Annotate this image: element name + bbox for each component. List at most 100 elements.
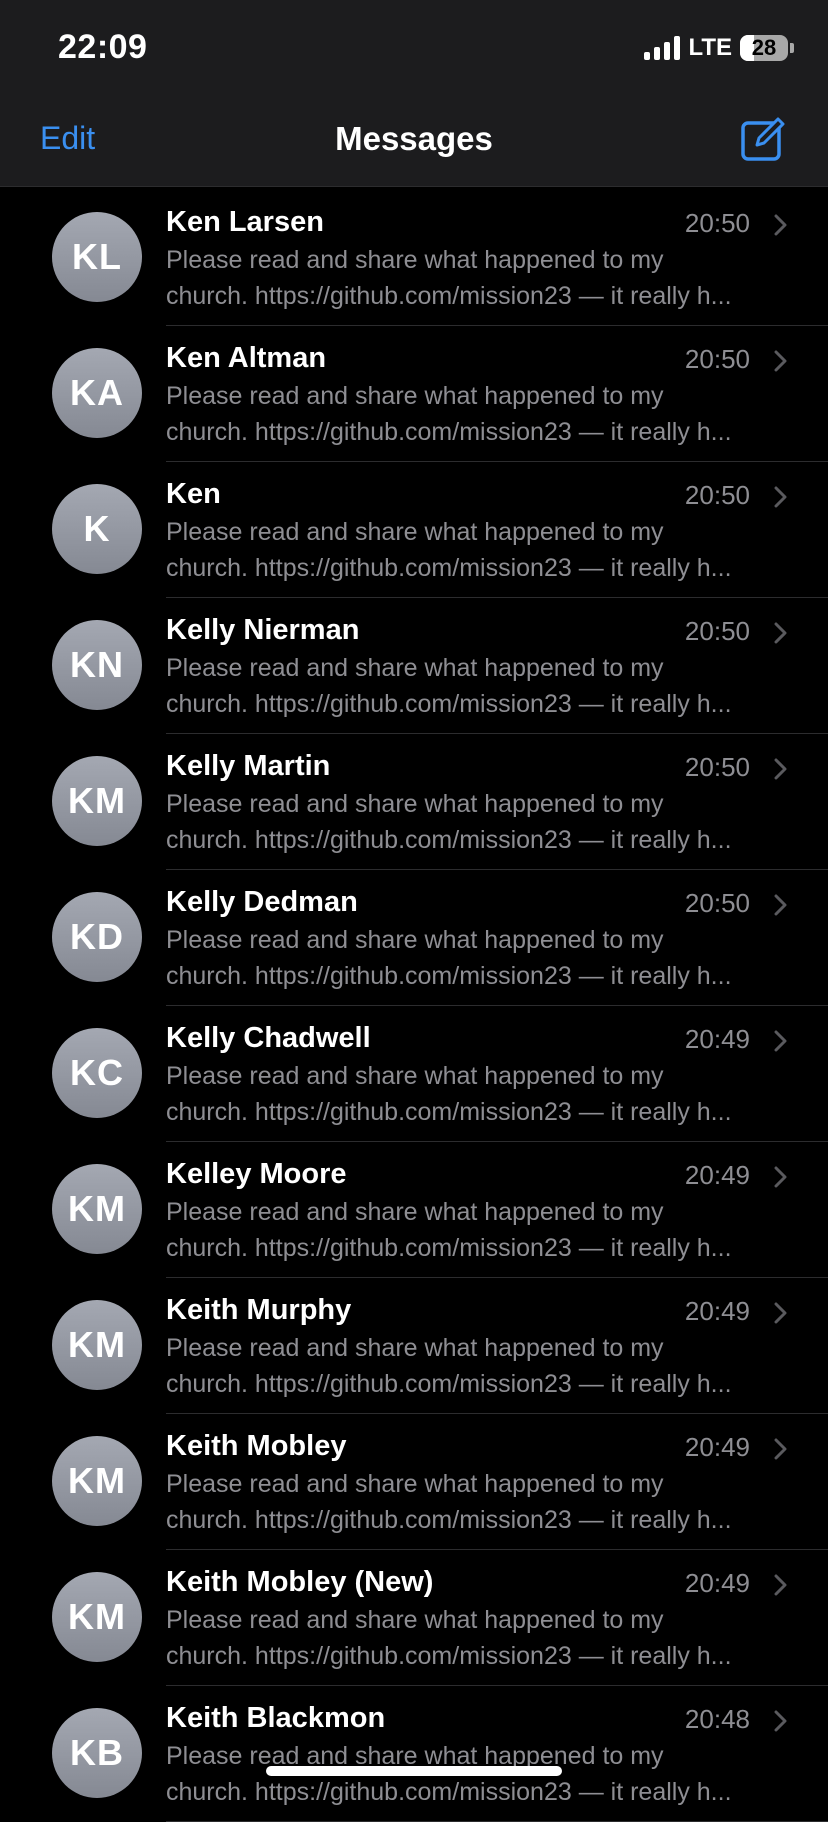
message-preview: Please read and share what happened to m… <box>166 786 786 858</box>
chevron-right-icon <box>774 1710 787 1732</box>
cellular-signal-icon <box>644 36 681 60</box>
message-preview: Please read and share what happened to m… <box>166 378 786 450</box>
message-time: 20:49 <box>684 1568 750 1598</box>
conversation-row[interactable]: KM Kelly Martin 20:50 Please read and share… <box>0 734 828 870</box>
contact-name: Ken Larsen <box>166 206 324 238</box>
avatar: KD <box>52 892 142 982</box>
battery-icon: 28 <box>740 35 788 61</box>
avatar: KA <box>52 348 142 438</box>
message-preview-line: church. https://github.com/mission23 — i… <box>166 1506 732 1534</box>
message-preview: Please read and share what happened to m… <box>166 1466 786 1538</box>
avatar: K <box>52 484 142 574</box>
status-indicators: LTE 28 <box>644 34 794 62</box>
contact-name: Keith Mobley (New) <box>166 1566 434 1598</box>
chevron-right-icon <box>774 1574 787 1596</box>
home-indicator[interactable] <box>266 1766 562 1776</box>
avatar: KM <box>52 1436 142 1526</box>
message-preview-line: Please read and share what happened to m… <box>166 1198 664 1226</box>
conversation-row[interactable]: KM Keith Mobley (New) 20:49 Please read and… <box>0 1550 828 1686</box>
contact-name: Kelley Moore <box>166 1158 347 1190</box>
message-preview-line: Please read and share what happened to m… <box>166 1334 664 1362</box>
contact-name: Keith Murphy <box>166 1294 352 1326</box>
message-preview-line: Please read and share what happened to m… <box>166 518 664 546</box>
network-type: LTE <box>688 34 732 61</box>
message-preview: Please read and share what happened to m… <box>166 1330 786 1402</box>
contact-name: Kelly Dedman <box>166 886 358 918</box>
contact-name: Kelly Nierman <box>166 614 360 646</box>
message-preview: Please read and share what happened to m… <box>166 1058 786 1130</box>
chevron-right-icon <box>774 622 787 644</box>
chevron-right-icon <box>774 350 787 372</box>
chevron-right-icon <box>774 1030 787 1052</box>
chevron-right-icon <box>774 758 787 780</box>
chevron-right-icon <box>774 1166 787 1188</box>
page-title: Messages <box>335 120 493 157</box>
message-preview-line: Please read and share what happened to m… <box>166 1062 664 1090</box>
message-time: 20:50 <box>684 888 750 918</box>
message-preview-line: church. https://github.com/mission23 — i… <box>166 690 732 718</box>
message-time: 20:50 <box>684 752 750 782</box>
contact-name: Keith Mobley <box>166 1430 347 1462</box>
message-preview-line: church. https://github.com/mission23 — i… <box>166 1234 732 1262</box>
conversation-row[interactable]: KM Keith Mobley 20:49 Please read and share… <box>0 1414 828 1550</box>
message-preview: Please read and share what happened to m… <box>166 514 786 586</box>
conversation-row[interactable]: KL Ken Larsen 20:50 Please read and share w… <box>0 190 828 326</box>
message-preview-line: Please read and share what happened to m… <box>166 1606 664 1634</box>
edit-button[interactable]: Edit <box>40 120 95 157</box>
avatar: KM <box>52 1164 142 1254</box>
message-preview: Please read and share what happened to m… <box>166 242 786 314</box>
message-time: 20:49 <box>684 1160 750 1190</box>
avatar: KL <box>52 212 142 302</box>
avatar: KM <box>52 1300 142 1390</box>
message-time: 20:49 <box>684 1432 750 1462</box>
contact-name: Kelly Martin <box>166 750 331 782</box>
chevron-right-icon <box>774 486 787 508</box>
message-preview-line: church. https://github.com/mission23 — i… <box>166 826 732 854</box>
message-preview-line: church. https://github.com/mission23 — i… <box>166 1642 732 1670</box>
status-time: 22:09 <box>58 28 148 66</box>
avatar: KC <box>52 1028 142 1118</box>
conversation-row[interactable]: KM Kelley Moore 20:49 Please read and share… <box>0 1142 828 1278</box>
message-time: 20:48 <box>684 1704 750 1734</box>
message-preview-line: church. https://github.com/mission23 — i… <box>166 1778 732 1806</box>
message-preview-line: church. https://github.com/mission23 — i… <box>166 554 732 582</box>
message-preview: Please read and share what happened to m… <box>166 1602 786 1674</box>
message-time: 20:50 <box>684 616 750 646</box>
contact-name: Kelly Chadwell <box>166 1022 371 1054</box>
message-time: 20:50 <box>684 480 750 510</box>
message-preview: Please read and share what happened to m… <box>166 650 786 722</box>
message-preview-line: church. https://github.com/mission23 — i… <box>166 962 732 990</box>
contact-name: Keith Blackmon <box>166 1702 386 1734</box>
avatar: KM <box>52 1572 142 1662</box>
conversation-row[interactable]: KB Keith Blackmon 20:48 Please read and sha… <box>0 1686 828 1822</box>
message-time: 20:49 <box>684 1024 750 1054</box>
message-preview-line: Please read and share what happened to m… <box>166 654 664 682</box>
conversation-row[interactable]: KM Keith Murphy 20:49 Please read and share… <box>0 1278 828 1414</box>
message-preview-line: church. https://github.com/mission23 — i… <box>166 1370 732 1398</box>
message-preview-line: Please read and share what happened to m… <box>166 926 664 954</box>
battery-tip <box>790 43 794 53</box>
conversation-row[interactable]: KD Kelly Dedman 20:50 Please read and share… <box>0 870 828 1006</box>
message-preview-line: Please read and share what happened to m… <box>166 790 664 818</box>
message-time: 20:50 <box>684 344 750 374</box>
navigation-bar: 22:09 LTE 28 Messages Edit <box>0 0 828 187</box>
message-time: 20:49 <box>684 1296 750 1326</box>
conversation-row[interactable]: K Ken 20:50 Please read and share what happ… <box>0 462 828 598</box>
chevron-right-icon <box>774 894 787 916</box>
avatar: KM <box>52 756 142 846</box>
compose-icon[interactable] <box>740 116 786 162</box>
avatar: KN <box>52 620 142 710</box>
message-preview: Please read and share what happened to m… <box>166 1194 786 1266</box>
message-time: 20:50 <box>684 208 750 238</box>
chevron-right-icon <box>774 1302 787 1324</box>
message-preview-line: church. https://github.com/mission23 — i… <box>166 418 732 446</box>
chevron-right-icon <box>774 214 787 236</box>
message-preview-line: church. https://github.com/mission23 — i… <box>166 282 732 310</box>
conversation-row[interactable]: KN Kelly Nierman 20:50 Please read and shar… <box>0 598 828 734</box>
conversation-row[interactable]: KA Ken Altman 20:50 Please read and share w… <box>0 326 828 462</box>
conversation-row[interactable]: KC Kelly Chadwell 20:49 Please read and sha… <box>0 1006 828 1142</box>
message-preview-line: church. https://github.com/mission23 — i… <box>166 1098 732 1126</box>
message-preview: Please read and share what happened to m… <box>166 922 786 994</box>
message-preview-line: Please read and share what happened to m… <box>166 382 664 410</box>
message-preview-line: Please read and share what happened to m… <box>166 1470 664 1498</box>
